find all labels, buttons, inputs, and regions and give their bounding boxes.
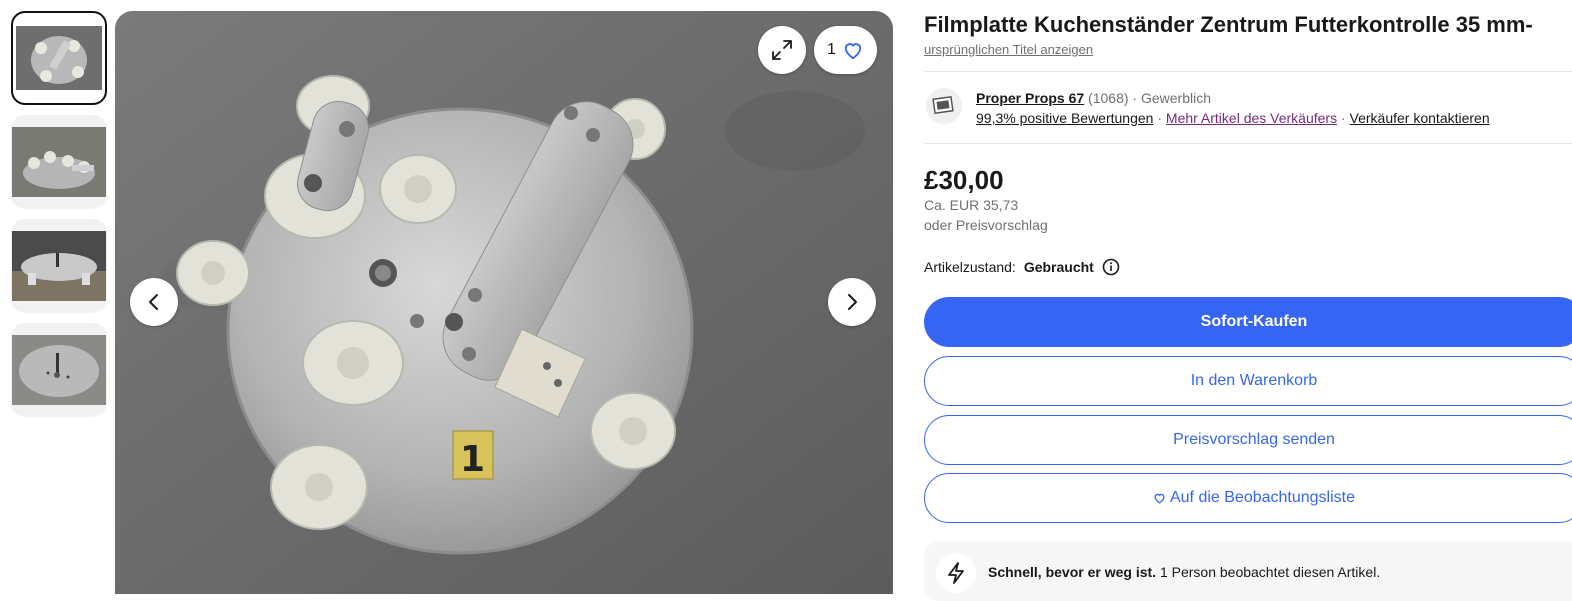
divider xyxy=(924,71,1572,72)
info-icon[interactable] xyxy=(1102,258,1120,276)
heart-icon xyxy=(1154,493,1165,504)
thumbnail-image xyxy=(12,231,106,301)
seller-feedback-count: (1068) xyxy=(1088,90,1129,106)
thumbnail-2[interactable] xyxy=(11,115,107,209)
contact-seller-link[interactable]: Verkäufer kontaktieren xyxy=(1350,110,1490,126)
more-seller-items-link[interactable]: Mehr Artikel des Verkäufers xyxy=(1166,110,1337,126)
expand-button[interactable] xyxy=(758,26,806,74)
add-to-cart-label: In den Warenkorb xyxy=(1190,372,1318,389)
heart-icon xyxy=(844,43,862,60)
add-to-cart-button[interactable]: In den Warenkorb xyxy=(924,356,1572,406)
product-photo: 1 xyxy=(115,11,893,594)
buy-now-label: Sofort-Kaufen xyxy=(1200,313,1308,330)
condition-label: Artikelzustand: xyxy=(924,259,1016,275)
thumbnail-image xyxy=(16,26,102,90)
seller-links: 99,3% positive Bewertungen · Mehr Artike… xyxy=(976,110,1490,126)
seller-avatar[interactable] xyxy=(926,88,962,124)
separator-dot: · xyxy=(1132,90,1138,106)
next-image-button[interactable] xyxy=(828,278,876,326)
seller-info: Proper Props 67 (1068) · Gewerblich xyxy=(976,90,1211,106)
add-to-watchlist-button[interactable]: Auf die Beobachtungsliste xyxy=(924,473,1572,523)
chevron-left-icon xyxy=(149,294,158,310)
seller-type: Gewerblich xyxy=(1140,90,1211,106)
make-offer-label: Preisvorschlag senden xyxy=(1173,431,1335,448)
urgency-text: 1 Person beobachtet diesen Artikel. xyxy=(1156,564,1381,580)
main-gallery[interactable]: 1 1 xyxy=(115,11,893,594)
lightning-bolt-icon xyxy=(948,562,964,584)
thumbnail-3[interactable] xyxy=(11,219,107,313)
divider xyxy=(924,143,1572,144)
make-offer-button[interactable]: Preisvorschlag senden xyxy=(924,415,1572,465)
photo-tag-number: 1 xyxy=(460,439,485,480)
approx-price: Ca. EUR 35,73 xyxy=(924,197,1019,213)
thumbnail-strip xyxy=(11,11,107,427)
condition-value: Gebraucht xyxy=(1023,259,1094,275)
expand-icon xyxy=(772,40,792,60)
thumbnail-4[interactable] xyxy=(11,323,107,417)
seller-store-icon xyxy=(932,95,954,115)
add-to-watchlist-label: Auf die Beobachtungsliste xyxy=(1169,489,1355,506)
chevron-right-icon xyxy=(848,294,857,310)
urgency-banner: Schnell, bevor er weg ist. 1 Person beob… xyxy=(924,541,1572,601)
show-original-title-link[interactable]: ursprünglichen Titel anzeigen xyxy=(924,42,1093,57)
urgency-message: Schnell, bevor er weg ist. 1 Person beob… xyxy=(988,564,1380,580)
thumbnail-image xyxy=(12,127,106,197)
item-condition: Artikelzustand: Gebraucht xyxy=(924,258,1120,276)
seller-name-link[interactable]: Proper Props 67 xyxy=(976,90,1084,106)
buy-now-button[interactable]: Sofort-Kaufen xyxy=(924,297,1572,347)
separator-dot: · xyxy=(1157,110,1163,126)
separator-dot: · xyxy=(1340,110,1346,126)
best-offer-note: oder Preisvorschlag xyxy=(924,217,1048,233)
listing-title: Filmplatte Kuchenständer Zentrum Futterk… xyxy=(924,12,1533,37)
positive-feedback-link[interactable]: 99,3% positive Bewertungen xyxy=(976,110,1153,126)
bolt-icon-wrap xyxy=(936,553,976,593)
urgency-bold: Schnell, bevor er weg ist. xyxy=(988,564,1157,580)
thumbnail-image xyxy=(12,335,106,405)
price: £30,00 xyxy=(924,165,1004,195)
watch-count-button[interactable]: 1 xyxy=(814,26,877,74)
previous-image-button[interactable] xyxy=(130,278,178,326)
watch-count: 1 xyxy=(827,41,836,58)
thumbnail-1[interactable] xyxy=(11,11,107,105)
